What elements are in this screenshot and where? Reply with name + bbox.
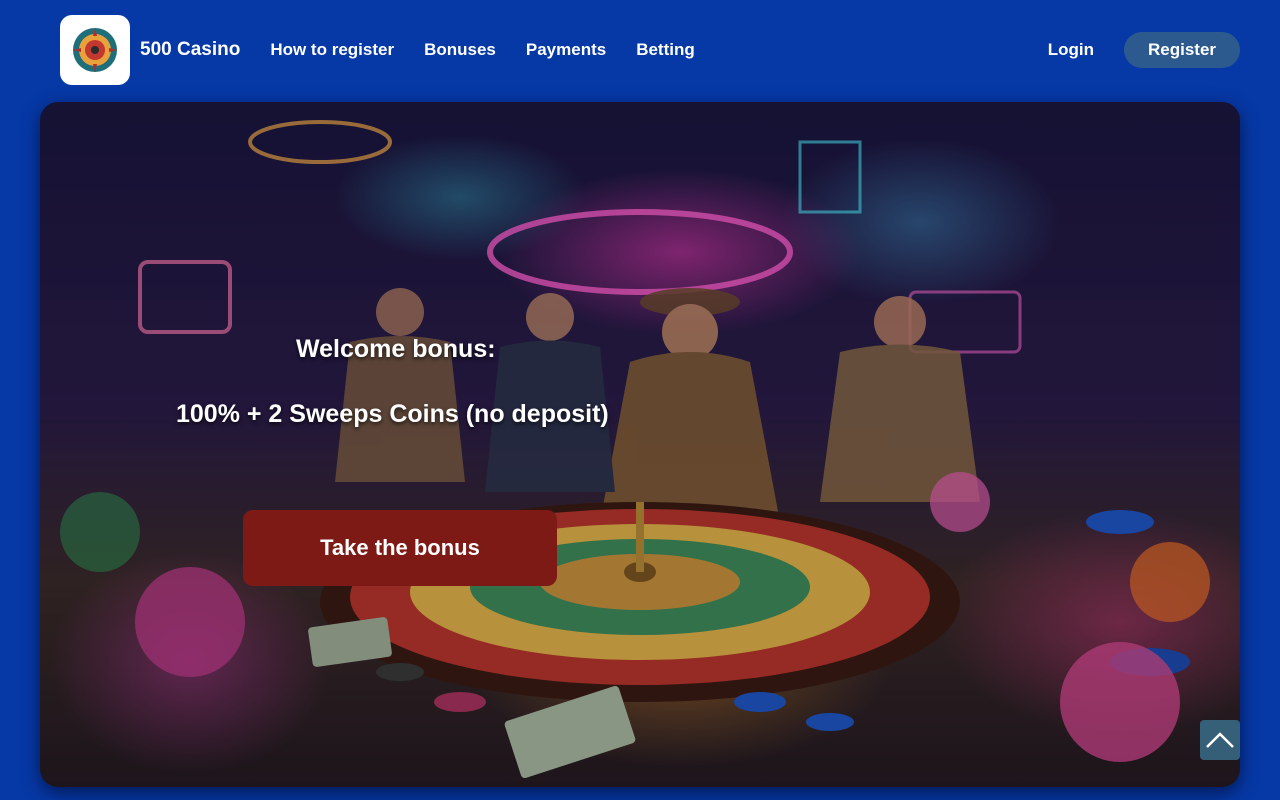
site-header: 500 Casino How to register Bonuses Payme… (60, 15, 1240, 85)
scroll-to-top-button[interactable] (1200, 720, 1240, 760)
auth-area: Login Register (1048, 32, 1240, 68)
login-link[interactable]: Login (1048, 40, 1094, 60)
nav-payments[interactable]: Payments (526, 40, 606, 60)
hero-banner: Welcome bonus: 100% + 2 Sweeps Coins (no… (40, 102, 1240, 787)
chevron-up-icon (1206, 732, 1234, 748)
nav-how-to-register[interactable]: How to register (270, 40, 394, 60)
register-button[interactable]: Register (1124, 32, 1240, 68)
bonus-offer-text: 100% + 2 Sweeps Coins (no deposit) (176, 400, 609, 428)
nav-bonuses[interactable]: Bonuses (424, 40, 496, 60)
hero-overlay (40, 102, 1240, 787)
brand-name[interactable]: 500 Casino (140, 39, 240, 61)
take-bonus-button[interactable]: Take the bonus (243, 510, 557, 586)
nav-betting[interactable]: Betting (636, 40, 695, 60)
main-nav: How to register Bonuses Payments Betting (270, 40, 724, 60)
roulette-wheel-logo-icon (73, 28, 117, 72)
logo[interactable] (60, 15, 130, 85)
welcome-bonus-label: Welcome bonus: (296, 335, 496, 363)
